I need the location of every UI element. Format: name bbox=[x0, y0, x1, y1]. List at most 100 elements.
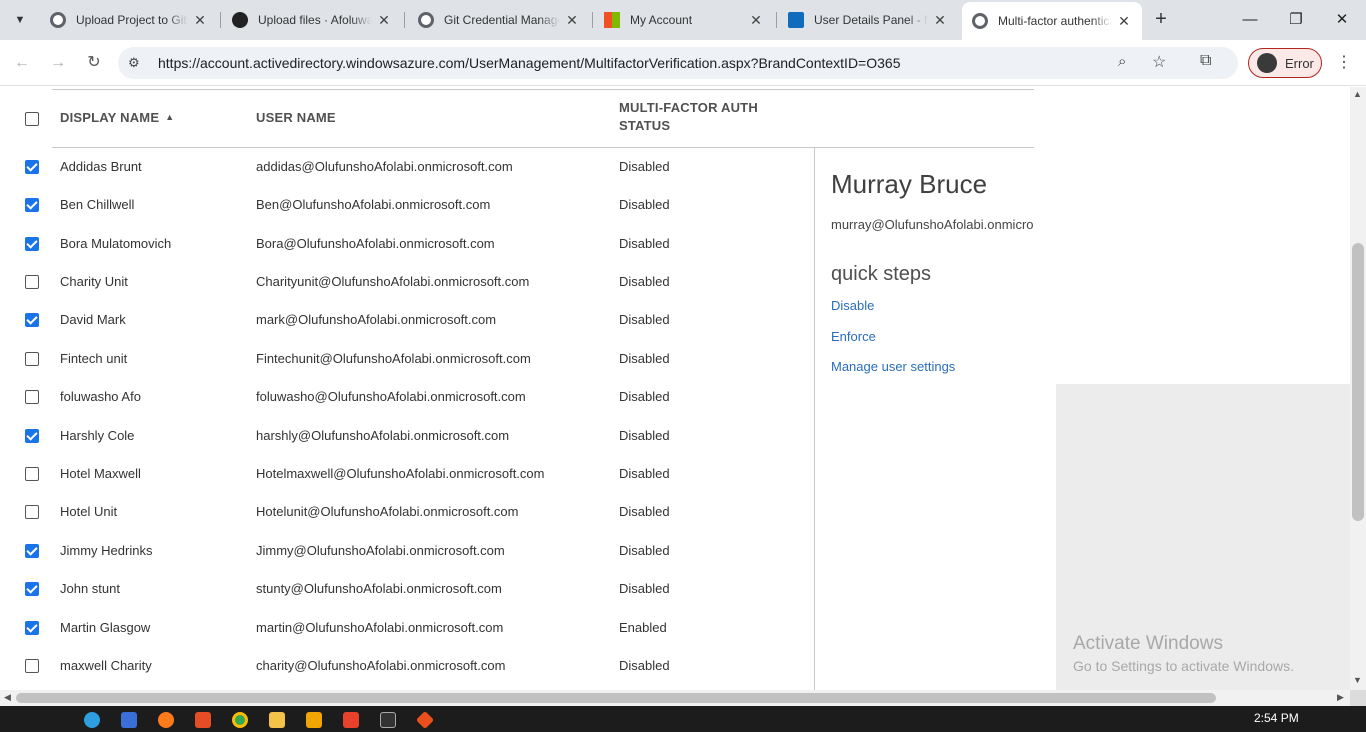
column-header-mfa-status[interactable]: MULTI-FACTOR AUTH STATUS bbox=[619, 87, 779, 147]
extensions-icon[interactable]: ⧉ bbox=[1200, 52, 1211, 70]
display-name-cell: Hotel Maxwell bbox=[60, 466, 141, 481]
windows-taskbar: 2:54 PM bbox=[0, 706, 1366, 732]
tab-upload-files[interactable]: Upload files · Afoluwasho ✕ bbox=[222, 6, 402, 34]
row-checkbox[interactable] bbox=[25, 659, 39, 673]
tab-search-button[interactable]: ▼ bbox=[8, 8, 32, 32]
site-info-icon[interactable]: ⚙ bbox=[128, 55, 140, 71]
mfa-status-cell: Disabled bbox=[619, 197, 670, 212]
activate-windows-subtitle: Go to Settings to activate Windows. bbox=[1073, 658, 1294, 674]
display-name-cell: David Mark bbox=[60, 312, 126, 327]
new-tab-button[interactable]: + bbox=[1150, 9, 1172, 31]
table-row[interactable]: maxwell Charity charity@OlufunshoAfolabi.… bbox=[0, 647, 815, 685]
manage-user-settings-link[interactable]: Manage user settings bbox=[831, 359, 955, 374]
zoom-icon[interactable]: ⌕ bbox=[1118, 53, 1126, 70]
table-row[interactable]: Bora Mulatomovich Bora@OlufunshoAfolabi.o… bbox=[0, 225, 815, 263]
close-tab-icon[interactable]: ✕ bbox=[748, 12, 764, 29]
git-icon[interactable] bbox=[415, 710, 435, 730]
mfa-status-cell: Disabled bbox=[619, 274, 670, 289]
mfa-status-cell: Disabled bbox=[619, 504, 670, 519]
profile-button[interactable]: Error bbox=[1248, 48, 1322, 78]
table-row[interactable]: Addidas Brunt addidas@OlufunshoAfolabi.on… bbox=[0, 148, 815, 186]
wps-office-icon[interactable] bbox=[343, 712, 359, 728]
table-row[interactable]: David Mark mark@OlufunshoAfolabi.onmicros… bbox=[0, 301, 815, 339]
user-name-cell: harshly@OlufunshoAfolabi.onmicrosoft.com bbox=[256, 428, 510, 443]
profile-label: Error bbox=[1285, 55, 1314, 71]
user-name-cell: foluwasho@OlufunshoAfolabi.onmicrosoft.c… bbox=[256, 389, 526, 404]
address-bar[interactable]: ⚙ https://account.activedirectory.window… bbox=[118, 47, 1238, 79]
scroll-down-icon[interactable]: ▼ bbox=[1353, 675, 1362, 685]
forward-icon[interactable]: → bbox=[46, 51, 70, 75]
display-name-cell: Jimmy Hedrinks bbox=[60, 543, 153, 558]
bookmark-star-icon[interactable]: ☆ bbox=[1152, 52, 1166, 72]
row-checkbox[interactable] bbox=[25, 275, 39, 289]
terminal-icon[interactable] bbox=[380, 712, 396, 728]
row-checkbox[interactable] bbox=[25, 505, 39, 519]
table-row[interactable]: Harshly Cole harshly@OlufunshoAfolabi.onm… bbox=[0, 417, 815, 455]
close-tab-icon[interactable]: ✕ bbox=[932, 12, 948, 29]
back-icon[interactable]: ← bbox=[10, 51, 34, 75]
more-menu-icon[interactable]: ⋮ bbox=[1336, 52, 1352, 72]
column-header-user-name[interactable]: USER NAME bbox=[256, 87, 336, 147]
scroll-up-icon[interactable]: ▲ bbox=[1353, 89, 1362, 99]
close-window-icon[interactable]: ✕ bbox=[1330, 8, 1354, 32]
select-all-checkbox[interactable] bbox=[25, 112, 39, 126]
scroll-left-icon[interactable]: ◀ bbox=[4, 692, 11, 703]
vertical-scroll-thumb[interactable] bbox=[1352, 243, 1364, 521]
tab-user-details[interactable]: User Details Panel - Microsoft ✕ bbox=[778, 6, 958, 34]
file-explorer-icon[interactable] bbox=[269, 712, 285, 728]
tab-mfa[interactable]: Multi-factor authentication ✕ bbox=[962, 2, 1142, 40]
row-checkbox[interactable] bbox=[25, 390, 39, 404]
horizontal-scrollbar[interactable]: ◀ ▶ bbox=[0, 690, 1350, 706]
row-checkbox[interactable] bbox=[25, 582, 39, 596]
row-checkbox[interactable] bbox=[25, 160, 39, 174]
disable-link[interactable]: Disable bbox=[831, 298, 874, 313]
tab-my-account[interactable]: My Account ✕ bbox=[594, 6, 774, 34]
close-tab-icon[interactable]: ✕ bbox=[376, 12, 392, 29]
close-tab-icon[interactable]: ✕ bbox=[192, 12, 208, 29]
table-row[interactable]: Fintech unit Fintechunit@OlufunshoAfolabi… bbox=[0, 340, 815, 378]
row-checkbox[interactable] bbox=[25, 198, 39, 212]
table-row[interactable]: Charity Unit Charityunit@OlufunshoAfolabi… bbox=[0, 263, 815, 301]
firefox-icon[interactable] bbox=[158, 712, 174, 728]
column-header-display-name[interactable]: DISPLAY NAME ▲ bbox=[60, 87, 174, 147]
restore-icon[interactable]: ❐ bbox=[1284, 8, 1308, 32]
chrome-taskbar-icon[interactable] bbox=[232, 712, 248, 728]
scroll-right-icon[interactable]: ▶ bbox=[1337, 692, 1344, 703]
tab-git-credential[interactable]: Git Credential Manager ✕ bbox=[408, 6, 590, 34]
row-checkbox[interactable] bbox=[25, 313, 39, 327]
table-row[interactable]: foluwasho Afo foluwasho@OlufunshoAfolabi.… bbox=[0, 378, 815, 416]
edge-icon[interactable] bbox=[84, 712, 100, 728]
minimize-icon[interactable]: — bbox=[1238, 8, 1262, 32]
user-name-cell: charity@OlufunshoAfolabi.onmicrosoft.com bbox=[256, 658, 506, 673]
table-row[interactable]: John stunt stunty@OlufunshoAfolabi.onmicr… bbox=[0, 570, 815, 608]
table-row[interactable]: Hotel Maxwell Hotelmaxwell@OlufunshoAfola… bbox=[0, 455, 815, 493]
chrome-icon bbox=[50, 12, 66, 28]
tab-upload-project[interactable]: Upload Project to GitHub ✕ bbox=[40, 6, 218, 34]
row-checkbox[interactable] bbox=[25, 237, 39, 251]
table-row[interactable]: Jimmy Hedrinks Jimmy@OlufunshoAfolabi.onm… bbox=[0, 532, 815, 570]
user-name-cell: Ben@OlufunshoAfolabi.onmicrosoft.com bbox=[256, 197, 491, 212]
row-checkbox[interactable] bbox=[25, 544, 39, 558]
row-checkbox[interactable] bbox=[25, 621, 39, 635]
sort-ascending-icon: ▲ bbox=[165, 112, 175, 122]
wps-icon[interactable] bbox=[195, 712, 211, 728]
table-row[interactable]: Hotel Unit Hotelunit@OlufunshoAfolabi.onm… bbox=[0, 493, 815, 531]
close-tab-icon[interactable]: ✕ bbox=[564, 12, 580, 29]
row-checkbox[interactable] bbox=[25, 429, 39, 443]
azure-icon bbox=[788, 12, 804, 28]
mfa-page: DISPLAY NAME ▲ USER NAME MULTI-FACTOR AU… bbox=[0, 87, 1350, 690]
table-row[interactable]: Ben Chillwell Ben@OlufunshoAfolabi.onmicr… bbox=[0, 186, 815, 224]
horizontal-scroll-thumb[interactable] bbox=[16, 693, 1216, 703]
row-checkbox[interactable] bbox=[25, 467, 39, 481]
github-icon bbox=[232, 12, 248, 28]
close-tab-icon[interactable]: ✕ bbox=[1116, 13, 1132, 30]
row-checkbox[interactable] bbox=[25, 352, 39, 366]
enforce-link[interactable]: Enforce bbox=[831, 329, 876, 344]
table-row[interactable]: Martin Glasgow martin@OlufunshoAfolabi.on… bbox=[0, 609, 815, 647]
url-text[interactable]: https://account.activedirectory.windowsa… bbox=[158, 55, 901, 71]
store-icon[interactable] bbox=[121, 712, 137, 728]
display-name-cell: foluwasho Afo bbox=[60, 389, 141, 404]
reload-icon[interactable]: ↻ bbox=[82, 51, 106, 75]
stack-icon[interactable] bbox=[306, 712, 322, 728]
vertical-scrollbar[interactable]: ▲ ▼ bbox=[1350, 87, 1366, 690]
